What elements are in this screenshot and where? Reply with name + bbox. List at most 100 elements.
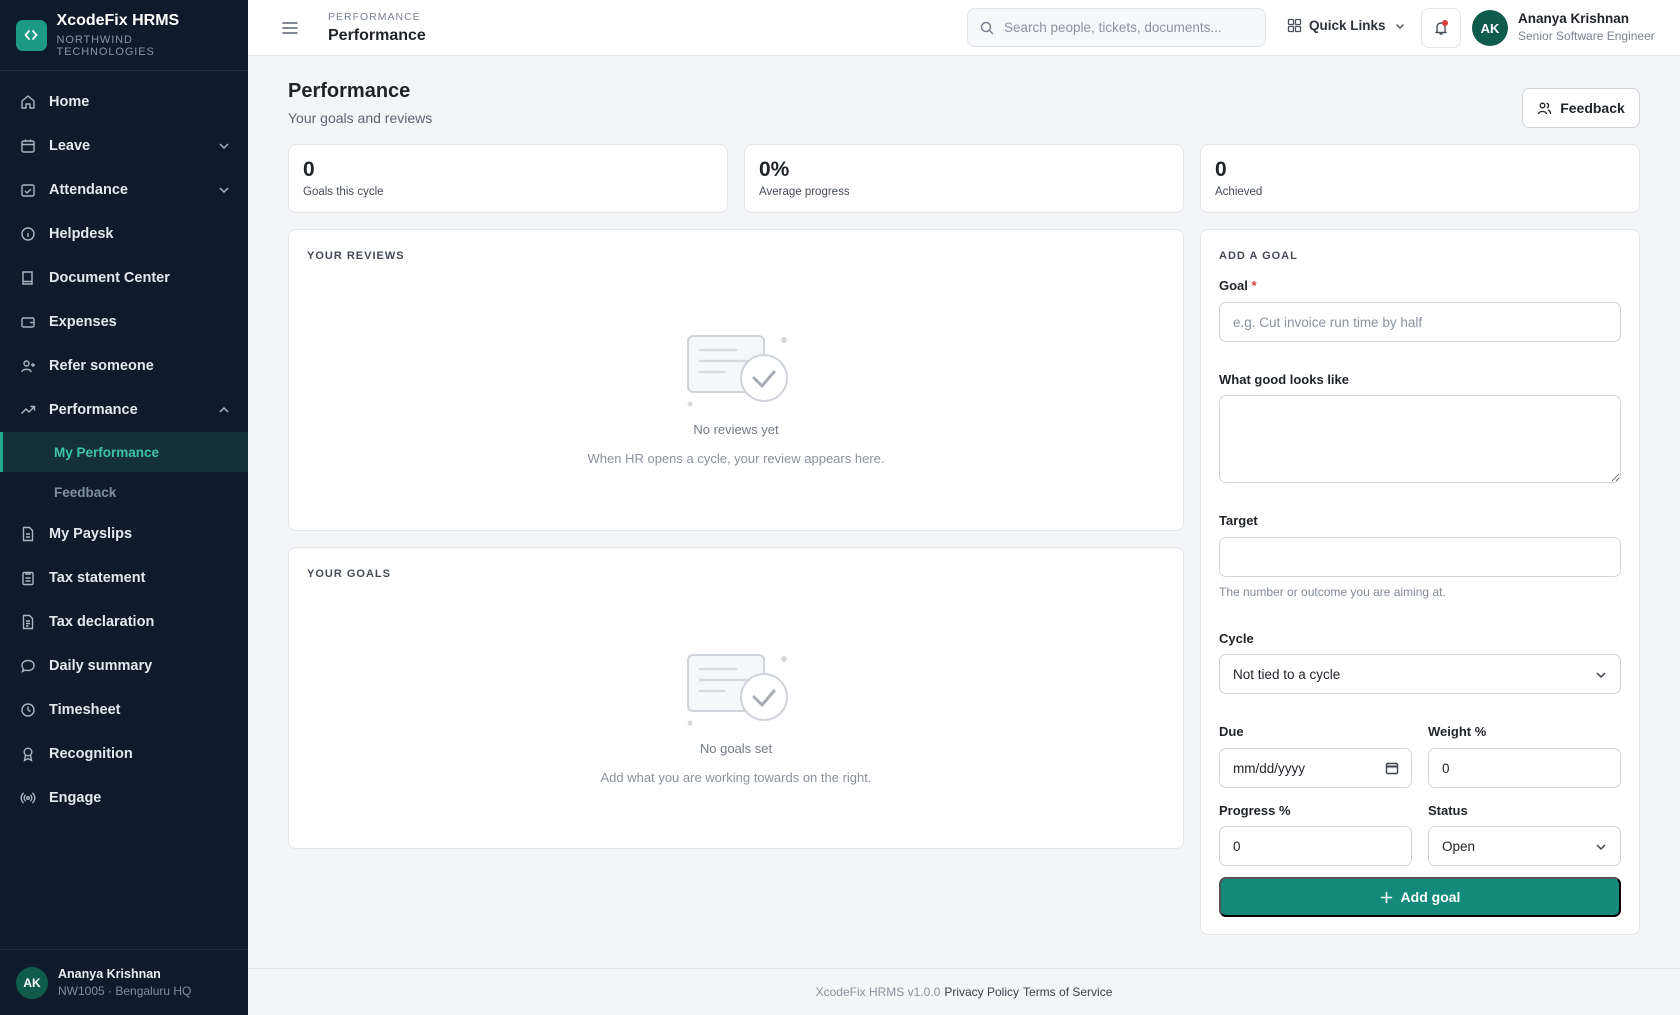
sidebar-user-meta: NW1005 · Bengaluru HQ — [58, 984, 192, 998]
sidebar-item-tax-statement[interactable]: Tax statement — [0, 556, 248, 600]
stat-goals-this-cycle: 0 Goals this cycle — [288, 144, 728, 213]
calendar-icon[interactable] — [1385, 761, 1399, 775]
progress-label: Progress % — [1219, 803, 1291, 818]
target-label: Target — [1219, 513, 1258, 528]
clock-icon — [21, 703, 35, 717]
add-goal-button[interactable]: Add goal — [1219, 877, 1621, 917]
chevron-down-icon — [219, 143, 229, 150]
sidebar-subitem-my-performance[interactable]: My Performance — [0, 432, 248, 472]
sidebar-item-label: Engage — [49, 790, 102, 806]
hamburger-menu-icon[interactable] — [281, 19, 299, 37]
page-subtitle: Your goals and reviews — [288, 110, 433, 126]
grid-icon — [1287, 18, 1302, 33]
cycle-label: Cycle — [1219, 631, 1254, 646]
page-footer: XcodeFix HRMS v1.0.0 Privacy Policy Term… — [248, 968, 1680, 1015]
brand[interactable]: XcodeFix HRMS NORTHWIND TECHNOLOGIES — [0, 0, 248, 71]
empty-document-check-icon — [687, 654, 788, 726]
sidebar-item-document-center[interactable]: Document Center — [0, 256, 248, 300]
stat-value: 0 — [303, 158, 315, 181]
notifications-button[interactable] — [1421, 8, 1461, 48]
info-icon — [21, 227, 35, 241]
sidebar-item-helpdesk[interactable]: Helpdesk — [0, 212, 248, 256]
goals-empty-subtitle: Add what you are working towards on the … — [600, 770, 872, 785]
header-title: Performance — [328, 27, 426, 44]
avatar[interactable]: AK — [1472, 10, 1508, 46]
sidebar-item-leave[interactable]: Leave — [0, 124, 248, 168]
privacy-policy-link[interactable]: Privacy Policy — [944, 985, 1019, 999]
empty-document-check-icon — [687, 335, 788, 407]
sidebar-item-performance[interactable]: Performance — [0, 388, 248, 432]
sidebar-item-home[interactable]: Home — [0, 80, 248, 124]
stat-value: 0 — [1215, 158, 1227, 181]
sidebar-item-tax-declaration[interactable]: Tax declaration — [0, 600, 248, 644]
required-mark: * — [1251, 278, 1257, 293]
search-input[interactable] — [1004, 20, 1254, 35]
weight-label: Weight % — [1428, 724, 1487, 739]
sidebar-item-label: Home — [49, 94, 90, 110]
brand-name: XcodeFix HRMS — [56, 12, 180, 29]
sidebar-item-label: My Payslips — [49, 526, 133, 542]
sidebar-item-label: Tax statement — [49, 570, 146, 586]
goal-input[interactable] — [1219, 302, 1621, 342]
status-label: Status — [1428, 803, 1468, 818]
cycle-select[interactable]: Not tied to a cycle — [1219, 654, 1621, 694]
award-icon — [23, 747, 33, 762]
stat-achieved: 0 Achieved — [1200, 144, 1640, 213]
goals-heading: YOUR GOALS — [307, 568, 391, 580]
weight-input[interactable]: 0 — [1428, 748, 1621, 788]
sidebar-item-expenses[interactable]: Expenses — [0, 300, 248, 344]
sidebar-item-attendance[interactable]: Attendance — [0, 168, 248, 212]
sidebar-item-my-payslips[interactable]: My Payslips — [0, 512, 248, 556]
cycle-selected-value: Not tied to a cycle — [1233, 666, 1341, 682]
target-input[interactable] — [1219, 537, 1621, 577]
stat-label: Achieved — [1215, 186, 1263, 198]
reviews-heading: YOUR REVIEWS — [307, 250, 405, 262]
chevron-down-icon — [1596, 672, 1606, 679]
sidebar-item-label: Performance — [49, 402, 138, 418]
stat-label: Average progress — [759, 186, 850, 198]
sidebar-item-daily-summary[interactable]: Daily summary — [0, 644, 248, 688]
terms-of-service-link[interactable]: Terms of Service — [1023, 985, 1112, 999]
sidebar-item-recognition[interactable]: Recognition — [0, 732, 248, 776]
due-label: Due — [1219, 724, 1244, 739]
breadcrumb[interactable]: PERFORMANCE — [328, 11, 421, 23]
user-plus-icon — [21, 360, 35, 373]
add-goal-button-label: Add goal — [1400, 889, 1461, 905]
clipboard-icon — [22, 571, 34, 586]
chevron-down-icon — [219, 187, 229, 194]
brand-org: NORTHWIND TECHNOLOGIES — [56, 34, 155, 58]
sidebar-user[interactable]: AK Ananya Krishnan NW1005 · Bengaluru HQ — [0, 949, 248, 1015]
quick-links-label: Quick Links — [1309, 18, 1386, 33]
due-date-input[interactable]: mm/dd/yyyy — [1219, 748, 1412, 788]
feedback-button[interactable]: Feedback — [1522, 88, 1640, 128]
header-user-role: Senior Software Engineer — [1518, 29, 1655, 43]
sidebar-item-label: Tax declaration — [49, 614, 155, 630]
global-search[interactable] — [967, 8, 1266, 47]
status-selected-value: Open — [1442, 838, 1476, 854]
quick-links-button[interactable]: Quick Links — [1287, 18, 1406, 33]
add-goal-heading: ADD A GOAL — [1219, 250, 1298, 262]
reviews-card: YOUR REVIEWS No reviews yet When HR open… — [288, 229, 1184, 531]
calendar-check-icon — [21, 184, 35, 197]
sidebar-item-timesheet[interactable]: Timesheet — [0, 688, 248, 732]
home-icon — [21, 95, 35, 109]
sidebar-item-label: Refer someone — [49, 358, 154, 374]
sidebar-nav: Home Leave Attendance Helpdesk Document … — [0, 71, 248, 820]
feedback-button-label: Feedback — [1560, 100, 1625, 116]
goals-empty-state: No goals set Add what you are working to… — [289, 651, 1183, 785]
status-select[interactable]: Open — [1428, 826, 1621, 866]
sidebar-subitem-feedback[interactable]: Feedback — [0, 472, 248, 512]
due-date-placeholder: mm/dd/yyyy — [1233, 760, 1306, 776]
sidebar-item-refer-someone[interactable]: Refer someone — [0, 344, 248, 388]
page-title: Performance — [288, 80, 411, 102]
plus-icon — [1380, 891, 1392, 903]
goals-card: YOUR GOALS No goals set Add what you are… — [288, 547, 1184, 849]
broadcast-icon — [20, 792, 36, 804]
good-looks-like-textarea[interactable] — [1219, 395, 1621, 483]
progress-input[interactable]: 0 — [1219, 826, 1412, 866]
book-icon — [22, 271, 33, 285]
header-user-name[interactable]: Ananya Krishnan — [1518, 11, 1629, 26]
good-looks-like-label: What good looks like — [1219, 372, 1350, 387]
sidebar: XcodeFix HRMS NORTHWIND TECHNOLOGIES Hom… — [0, 0, 248, 1015]
sidebar-item-engage[interactable]: Engage — [0, 776, 248, 820]
